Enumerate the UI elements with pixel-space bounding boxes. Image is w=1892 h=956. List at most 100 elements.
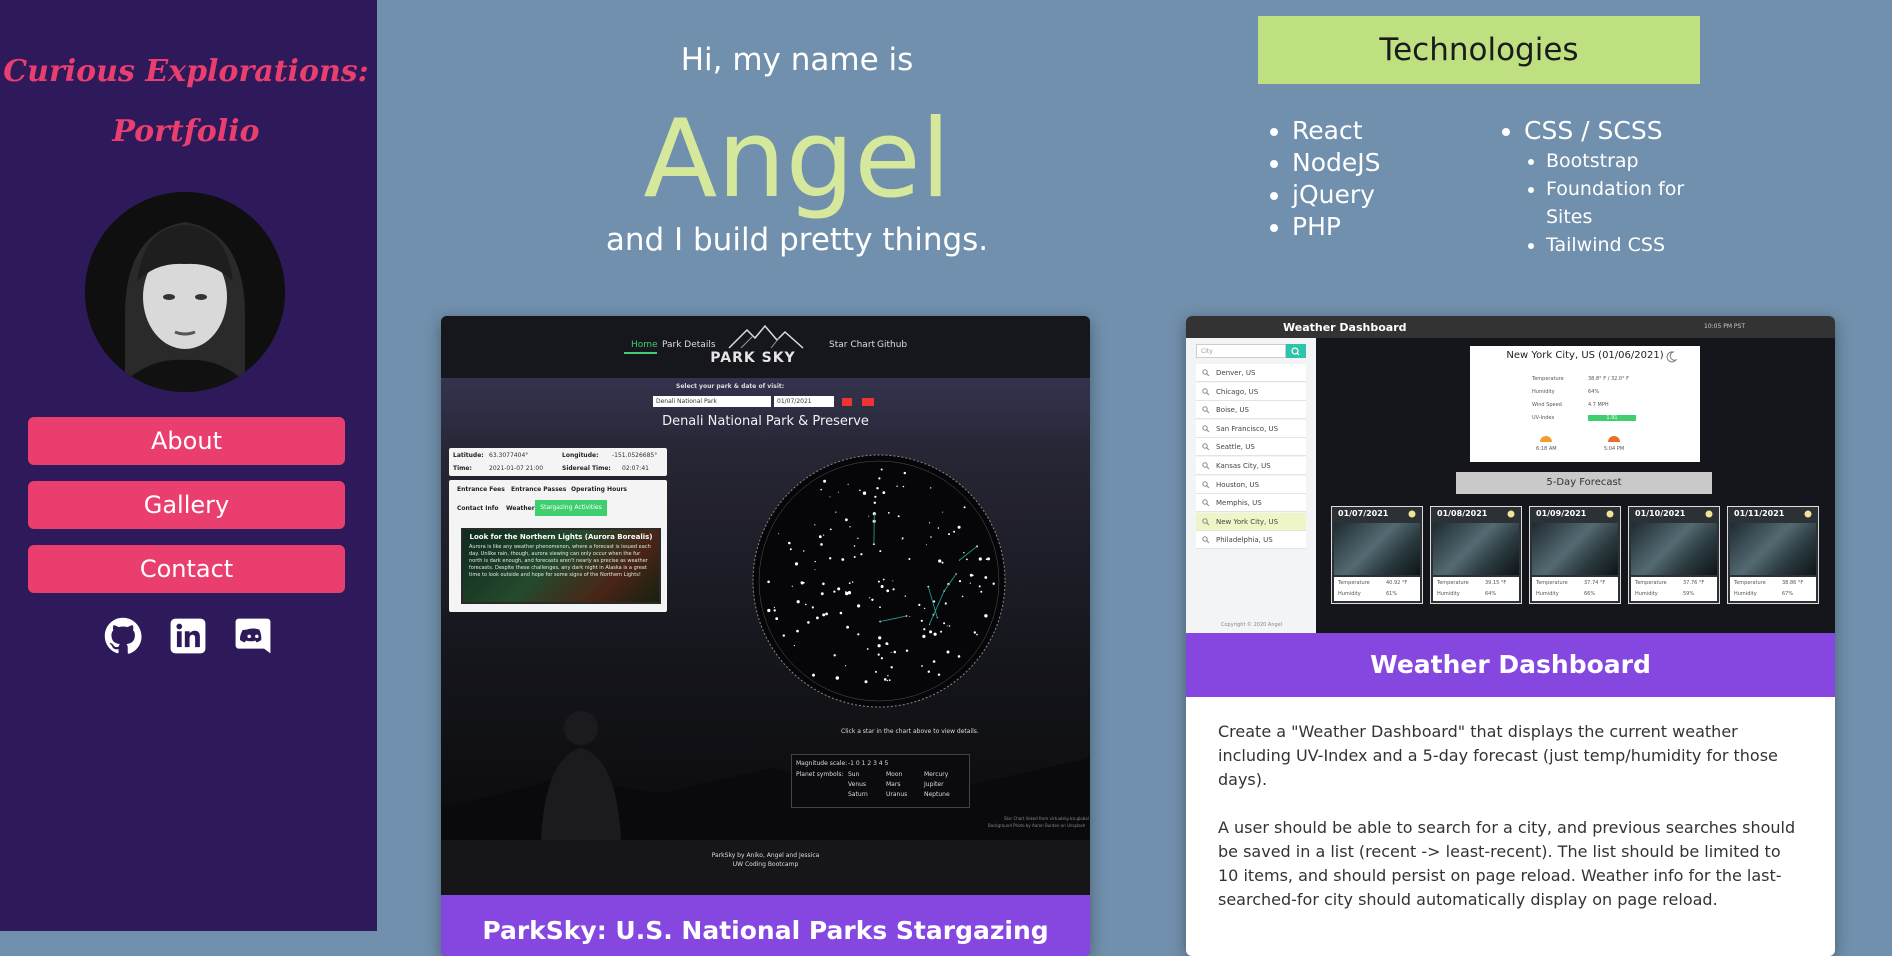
star[interactable] <box>801 581 803 583</box>
star[interactable] <box>852 581 854 583</box>
star[interactable] <box>820 489 822 491</box>
star[interactable] <box>774 609 776 611</box>
discord-icon[interactable] <box>234 617 272 655</box>
star[interactable] <box>871 599 873 601</box>
star[interactable] <box>962 596 964 598</box>
star[interactable] <box>830 529 832 531</box>
star[interactable] <box>868 516 869 517</box>
star[interactable] <box>929 630 932 633</box>
star[interactable] <box>881 657 883 659</box>
parksky-nav-home[interactable]: Home <box>631 340 658 350</box>
star[interactable] <box>796 630 799 633</box>
star[interactable] <box>865 680 868 683</box>
star[interactable] <box>845 518 848 521</box>
star[interactable] <box>857 604 860 607</box>
github-icon[interactable] <box>104 617 142 655</box>
star[interactable] <box>980 591 982 593</box>
star[interactable] <box>922 635 925 638</box>
star[interactable] <box>822 583 825 586</box>
star[interactable] <box>888 512 890 514</box>
star[interactable] <box>767 581 770 584</box>
star[interactable] <box>849 526 850 527</box>
star[interactable] <box>816 617 819 620</box>
star[interactable] <box>972 575 973 576</box>
star[interactable] <box>933 600 935 602</box>
star[interactable] <box>938 527 940 529</box>
star[interactable] <box>882 491 885 494</box>
star[interactable] <box>834 654 836 656</box>
star[interactable] <box>928 671 930 673</box>
star[interactable] <box>878 477 880 479</box>
tab-weather[interactable]: Weather <box>506 505 535 512</box>
star[interactable] <box>840 612 843 615</box>
star[interactable] <box>778 533 779 534</box>
star[interactable] <box>833 591 835 593</box>
city-list-item[interactable]: San Francisco, US <box>1196 420 1306 438</box>
star[interactable] <box>874 496 876 498</box>
city-list-item[interactable]: Kansas City, US <box>1196 457 1306 475</box>
star[interactable] <box>774 607 775 608</box>
star-chart[interactable] <box>746 448 1012 714</box>
star[interactable] <box>878 636 881 639</box>
star[interactable] <box>906 650 908 652</box>
star[interactable] <box>953 531 955 533</box>
star[interactable] <box>942 562 944 564</box>
star[interactable] <box>819 535 822 538</box>
star[interactable] <box>848 591 851 594</box>
star[interactable] <box>889 679 891 681</box>
star[interactable] <box>878 644 881 647</box>
star[interactable] <box>835 512 836 513</box>
star[interactable] <box>903 486 905 488</box>
parksky-nav-star-chart[interactable]: Star Chart <box>829 340 875 350</box>
star[interactable] <box>820 543 823 546</box>
star[interactable] <box>940 631 942 633</box>
star[interactable] <box>854 545 856 547</box>
project-card-weather[interactable]: Weather Dashboard 10:05 PM PST City Denv… <box>1186 316 1835 956</box>
star[interactable] <box>926 544 927 545</box>
star[interactable] <box>974 631 976 633</box>
city-list-item[interactable]: Memphis, US <box>1196 494 1306 512</box>
star[interactable] <box>929 522 930 523</box>
star[interactable] <box>879 606 881 608</box>
star[interactable] <box>879 550 881 552</box>
star[interactable] <box>909 616 910 617</box>
star[interactable] <box>891 652 892 653</box>
tab-entrance-fees[interactable]: Entrance Fees <box>457 486 505 493</box>
star[interactable] <box>943 622 945 624</box>
tab-contact-info[interactable]: Contact Info <box>457 505 498 512</box>
star[interactable] <box>949 625 951 627</box>
star[interactable] <box>947 625 948 626</box>
star[interactable] <box>795 562 798 565</box>
star[interactable] <box>933 660 936 663</box>
star[interactable] <box>893 588 895 590</box>
tab-stargazing[interactable]: Stargazing Activities <box>535 500 607 516</box>
star[interactable] <box>921 665 923 667</box>
star[interactable] <box>984 576 987 579</box>
star[interactable] <box>814 569 815 570</box>
star[interactable] <box>838 492 839 493</box>
star[interactable] <box>887 680 888 681</box>
star[interactable] <box>775 617 778 620</box>
search-button[interactable] <box>1286 344 1306 358</box>
star[interactable] <box>854 556 856 558</box>
star[interactable] <box>803 582 805 584</box>
star[interactable] <box>898 515 900 517</box>
star[interactable] <box>908 558 910 560</box>
star[interactable] <box>823 480 826 483</box>
city-list-item[interactable]: Seattle, US <box>1196 438 1306 456</box>
star[interactable] <box>942 512 943 513</box>
star[interactable] <box>860 553 862 555</box>
star[interactable] <box>986 558 988 560</box>
star[interactable] <box>829 557 831 559</box>
contact-button[interactable]: Contact <box>28 545 345 593</box>
star[interactable] <box>767 609 770 612</box>
star[interactable] <box>863 492 866 495</box>
star[interactable] <box>869 597 870 598</box>
star[interactable] <box>807 621 810 624</box>
star[interactable] <box>959 580 961 582</box>
star[interactable] <box>887 643 889 645</box>
city-search-input[interactable]: City <box>1196 344 1286 358</box>
star[interactable] <box>837 587 840 590</box>
star[interactable] <box>918 604 920 606</box>
star[interactable] <box>857 633 859 635</box>
